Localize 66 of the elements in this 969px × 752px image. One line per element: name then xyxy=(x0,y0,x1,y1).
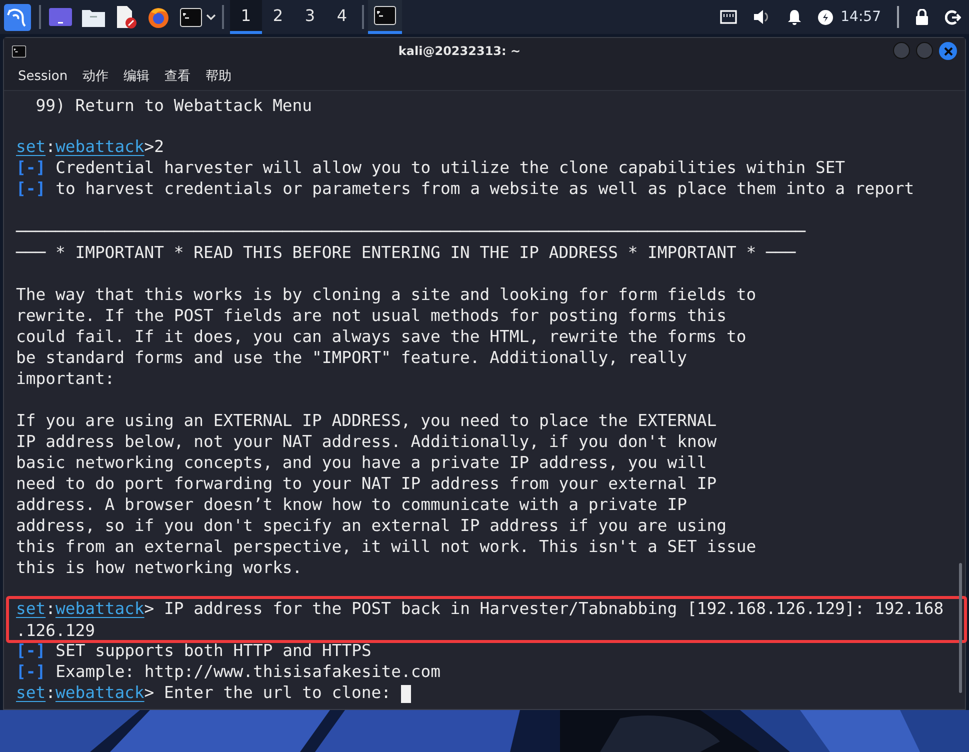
prompt-link[interactable]: webattack xyxy=(55,597,144,622)
menu-item[interactable]: 编辑 xyxy=(124,67,150,87)
close-button[interactable] xyxy=(939,42,957,60)
dragon-logo-icon[interactable] xyxy=(4,4,31,30)
workspace-button[interactable]: 2 xyxy=(262,0,294,34)
lock-icon[interactable] xyxy=(915,9,929,25)
info-marker: [-] xyxy=(16,157,46,180)
clock-text: 14:57 xyxy=(840,8,881,26)
power-icon[interactable] xyxy=(818,10,833,24)
terminal-line: be standard forms and use the "IMPORT" feature. Additionally, really xyxy=(16,347,688,368)
close-icon xyxy=(944,46,952,56)
info-marker: [-] xyxy=(16,178,46,200)
prompt-text: : xyxy=(46,682,56,704)
prompt-link[interactable]: webattack xyxy=(55,681,144,706)
folder-icon[interactable] xyxy=(82,8,105,26)
menu-item[interactable]: Session xyxy=(18,67,68,87)
bell-icon[interactable] xyxy=(786,9,802,25)
window-title: kali@20232313: ~ xyxy=(397,43,522,60)
terminal-line: need to do port forwarding to your NAT IP address from your external IP xyxy=(16,473,717,494)
terminal-line: Credential harvester will allow you to utilize the clone capabilities within SET xyxy=(56,157,846,180)
prompt-text: > IP address for the POST back in Harvester/Tabnabbing [192.168.126.129]: 192.168 xyxy=(144,598,944,620)
terminal-window-icon[interactable] xyxy=(374,6,396,25)
terminal-line: ─── * IMPORTANT * READ THIS BEFORE ENTERING IN THE IP ADDRESS * IMPORTANT * ─── xyxy=(16,242,796,263)
prompt-text: : xyxy=(46,136,56,158)
terminal-line: If you are using an EXTERNAL IP ADDRESS, you need to place the EXTERNAL xyxy=(16,410,717,431)
prompt-link[interactable]: set xyxy=(16,135,46,160)
network-icon[interactable] xyxy=(720,10,737,24)
terminal-line: important: xyxy=(16,368,115,389)
browser-icon[interactable] xyxy=(147,6,170,28)
menu-item[interactable]: 查看 xyxy=(164,67,191,87)
terminal-line: The way that this works is by cloning a site and looking for form fields to xyxy=(16,284,756,305)
prompt-link[interactable]: webattack xyxy=(55,135,144,160)
terminal-line: could fail. If it does, you can always save the HTML, rewrite the forms to xyxy=(16,326,746,347)
prompt-text: >2 xyxy=(144,136,164,158)
terminal-line: basic networking concepts, and you have a private IP address, you will xyxy=(16,452,707,473)
terminal-line: address, so if you don't specify an external IP address if you are using xyxy=(16,515,726,536)
terminal-line: ──────────────────────────────────────────────────────────────────────────────── xyxy=(16,221,806,242)
terminal-line: SET supports both HTTP and HTTPS xyxy=(56,640,372,662)
menu-item[interactable]: 动作 xyxy=(82,67,109,87)
terminal-line: Example: http://www.thisisafakesite.com xyxy=(56,661,440,684)
prompt-text: > Enter the url to clone: xyxy=(144,682,392,704)
dropdown-caret-icon[interactable] xyxy=(206,13,216,21)
info-marker: [-] xyxy=(16,661,46,684)
document-edit-icon[interactable] xyxy=(115,6,137,28)
scrollbar[interactable] xyxy=(959,563,962,693)
terminal-line: 99) Return to Webattack Menu xyxy=(34,95,312,116)
menu-item[interactable]: 帮助 xyxy=(206,67,232,87)
prompt-link[interactable]: set xyxy=(16,597,46,622)
terminal-line: .126.129 xyxy=(16,620,95,641)
terminal-line: this from an external perspective, it will not work. This isn't a SET issue xyxy=(16,536,756,557)
terminal-line: this is how networking works. xyxy=(16,557,302,578)
app-icon[interactable] xyxy=(12,44,26,58)
workspace-button[interactable]: 1 xyxy=(230,0,262,34)
prompt-link[interactable]: set xyxy=(16,681,46,706)
terminal-line: address. A browser doesn’t know how to communicate with a private IP xyxy=(16,494,688,515)
terminal-line: IP address below, not your NAT address. Additionally, if you don't know xyxy=(16,431,717,452)
info-marker: [-] xyxy=(16,640,46,662)
taskbar-item[interactable] xyxy=(368,0,402,34)
prompt-text: : xyxy=(46,598,56,620)
terminal-line: to harvest credentials or parameters from a website as well as place them into a report xyxy=(56,178,914,200)
terminal-line: rewrite. If the POST fields are not usual methods for posting forms this xyxy=(16,305,726,326)
workspace-button[interactable]: 3 xyxy=(294,0,326,34)
workspace-button[interactable]: 4 xyxy=(326,0,358,34)
terminal-icon[interactable] xyxy=(180,8,202,26)
volume-icon[interactable] xyxy=(752,9,771,25)
logout-icon[interactable] xyxy=(945,10,961,24)
